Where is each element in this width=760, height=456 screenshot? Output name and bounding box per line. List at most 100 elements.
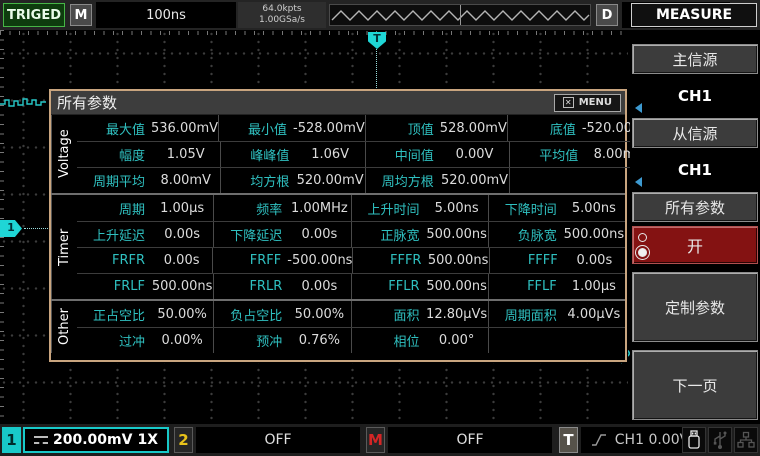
channel2-status: OFF (196, 427, 360, 453)
measurement-cell: 最小值-528.00mV (218, 115, 365, 141)
trigger-status-badge: TRIGED (3, 3, 65, 27)
param-label: 相位 (352, 331, 426, 350)
param-label: 周均方根 (366, 171, 440, 190)
param-label: 顶值 (366, 119, 440, 138)
math-status: OFF (388, 427, 552, 453)
param-label: 频率 (214, 199, 288, 218)
measurement-cell: FRFR0.00s (77, 248, 212, 273)
slave-source-value-label: CH1 (678, 161, 712, 179)
channel2-badge[interactable]: 2 (174, 427, 193, 453)
waveform-preview[interactable] (329, 4, 591, 26)
acquisition-readout: 64.0kpts 1.00GSa/s (238, 2, 326, 28)
measurement-cell: FRLR0.00s (213, 274, 350, 299)
dialog-menu-button[interactable]: ✕ MENU (554, 94, 621, 112)
param-label: 最大值 (77, 119, 151, 138)
all-parameters-button-label: 所有参数 (665, 197, 725, 218)
slave-source-value[interactable]: CH1 (632, 148, 758, 192)
measurement-cell: 均方根520.00mV (220, 168, 364, 193)
all-parameters-on-toggle-label: 开 (687, 233, 703, 257)
measurement-row: FRLF500.00nsFRLR0.00sFFLR500.00nsFFLF1.0… (77, 273, 625, 299)
measurement-cell: 周均方根520.00mV (365, 168, 509, 193)
delay-button[interactable]: D (596, 4, 618, 26)
triangle-left-icon (635, 103, 642, 113)
section-timer: Timer周期1.00µs频率1.00MHz上升时间5.00ns下降时间5.00… (51, 193, 625, 299)
measurement-cell: FFLF1.00µs (488, 274, 625, 299)
channel1-trace-fragment (0, 95, 50, 111)
param-label: 下降延迟 (214, 225, 288, 244)
param-value: 50.00% (288, 307, 350, 322)
custom-parameters-button[interactable]: 定制参数 (632, 272, 758, 342)
param-label: FRFR (77, 253, 151, 268)
param-label: 幅度 (77, 145, 151, 164)
slave-source-button-label: 从信源 (672, 123, 717, 144)
param-value: 1.00µs (151, 201, 213, 216)
timebase-readout: 100ns (96, 2, 236, 28)
measurement-cell: FRFF-500.00ns (212, 248, 352, 273)
param-label: 周期 (77, 199, 151, 218)
param-value: 0.00° (426, 333, 488, 348)
measurement-cell: 最大值536.00mV (77, 115, 218, 141)
param-value: 528.00mV (440, 121, 507, 136)
all-parameters-button[interactable]: 所有参数 (632, 192, 758, 222)
measurement-cell: 面积12.80µVs (351, 301, 488, 327)
radio-indicator (638, 227, 647, 263)
channel1-badge[interactable]: 1 (2, 427, 21, 453)
param-value: 5.00ns (426, 201, 488, 216)
param-value: 520.00mV (440, 173, 509, 188)
main-source-button[interactable]: 主信源 (632, 44, 758, 74)
param-label: 最小值 (219, 119, 293, 138)
main-source-value[interactable]: CH1 (632, 74, 758, 118)
param-label: FRLF (77, 279, 151, 294)
all-parameters-on-toggle[interactable]: 开 (632, 226, 758, 264)
horizontal-menu-button[interactable]: M (70, 4, 92, 26)
channel1-settings[interactable]: 200.00mV 1X (23, 427, 169, 453)
measurement-row: 最大值536.00mV最小值-528.00mV顶值528.00mV底值-520.… (77, 115, 654, 141)
measurement-cell: 负脉宽500.00ns (488, 222, 625, 247)
measurement-cell: 周期平均8.00mV (77, 168, 220, 193)
param-label: 面积 (352, 305, 426, 324)
param-value: 500.00ns (426, 227, 488, 242)
dialog-title-bar: 所有参数 ✕ MENU (51, 91, 625, 115)
next-page-button[interactable]: 下一页 (632, 350, 758, 420)
measurement-cell (488, 328, 625, 353)
measurement-cell: 预冲0.76% (213, 328, 350, 353)
slave-source-button[interactable]: 从信源 (632, 118, 758, 148)
measurement-cell: 中间值0.00V (365, 142, 509, 167)
param-label: 上升延迟 (77, 225, 151, 244)
param-value: 0.00% (151, 333, 213, 348)
measurement-cell: FFFF0.00s (489, 248, 625, 273)
param-label: 过冲 (77, 331, 151, 350)
radio-on-icon (638, 248, 647, 257)
measurement-cell: 峰峰值1.06V (220, 142, 364, 167)
graticule-ticks-top (0, 31, 628, 35)
measurement-row: 过冲0.00%预冲0.76%相位0.00° (77, 327, 625, 353)
section-label: Timer (51, 195, 77, 299)
param-label: FFLR (352, 279, 426, 294)
param-value: 500.00ns (563, 227, 625, 242)
param-label: 下降时间 (489, 199, 563, 218)
measurement-cell: 下降延迟0.00s (213, 222, 350, 247)
param-value: 500.00ns (427, 253, 488, 268)
measurement-cell: 周期1.00µs (77, 195, 213, 221)
measurement-table: Voltage最大值536.00mV最小值-528.00mV顶值528.00mV… (51, 115, 625, 353)
rising-edge-icon (591, 433, 607, 447)
param-value: 500.00ns (151, 279, 213, 294)
param-label: 周期面积 (489, 305, 563, 324)
measurement-row: 上升延迟0.00s下降延迟0.00s正脉宽500.00ns负脉宽500.00ns (77, 221, 625, 247)
param-value: 500.00ns (426, 279, 488, 294)
param-label: FFFF (490, 253, 564, 268)
param-label: FFFR (353, 253, 427, 268)
math-badge[interactable]: M (366, 427, 385, 453)
lan-icon (734, 427, 758, 453)
sample-rate: 1.00GSa/s (259, 15, 305, 26)
status-icons (682, 427, 758, 453)
param-value: -500.00ns (287, 253, 352, 268)
param-label: 上升时间 (352, 199, 426, 218)
section-label: Voltage (51, 115, 77, 193)
radio-off-icon (638, 233, 647, 242)
trigger-position-line (376, 49, 377, 90)
param-value: 0.00s (288, 279, 350, 294)
oscilloscope-screen: TRIGED M 100ns 64.0kpts 1.00GSa/s D 0.00… (0, 0, 760, 456)
measurement-row: 周期平均8.00mV均方根520.00mV周均方根520.00mV (77, 167, 654, 193)
trigger-badge[interactable]: T (559, 427, 578, 453)
